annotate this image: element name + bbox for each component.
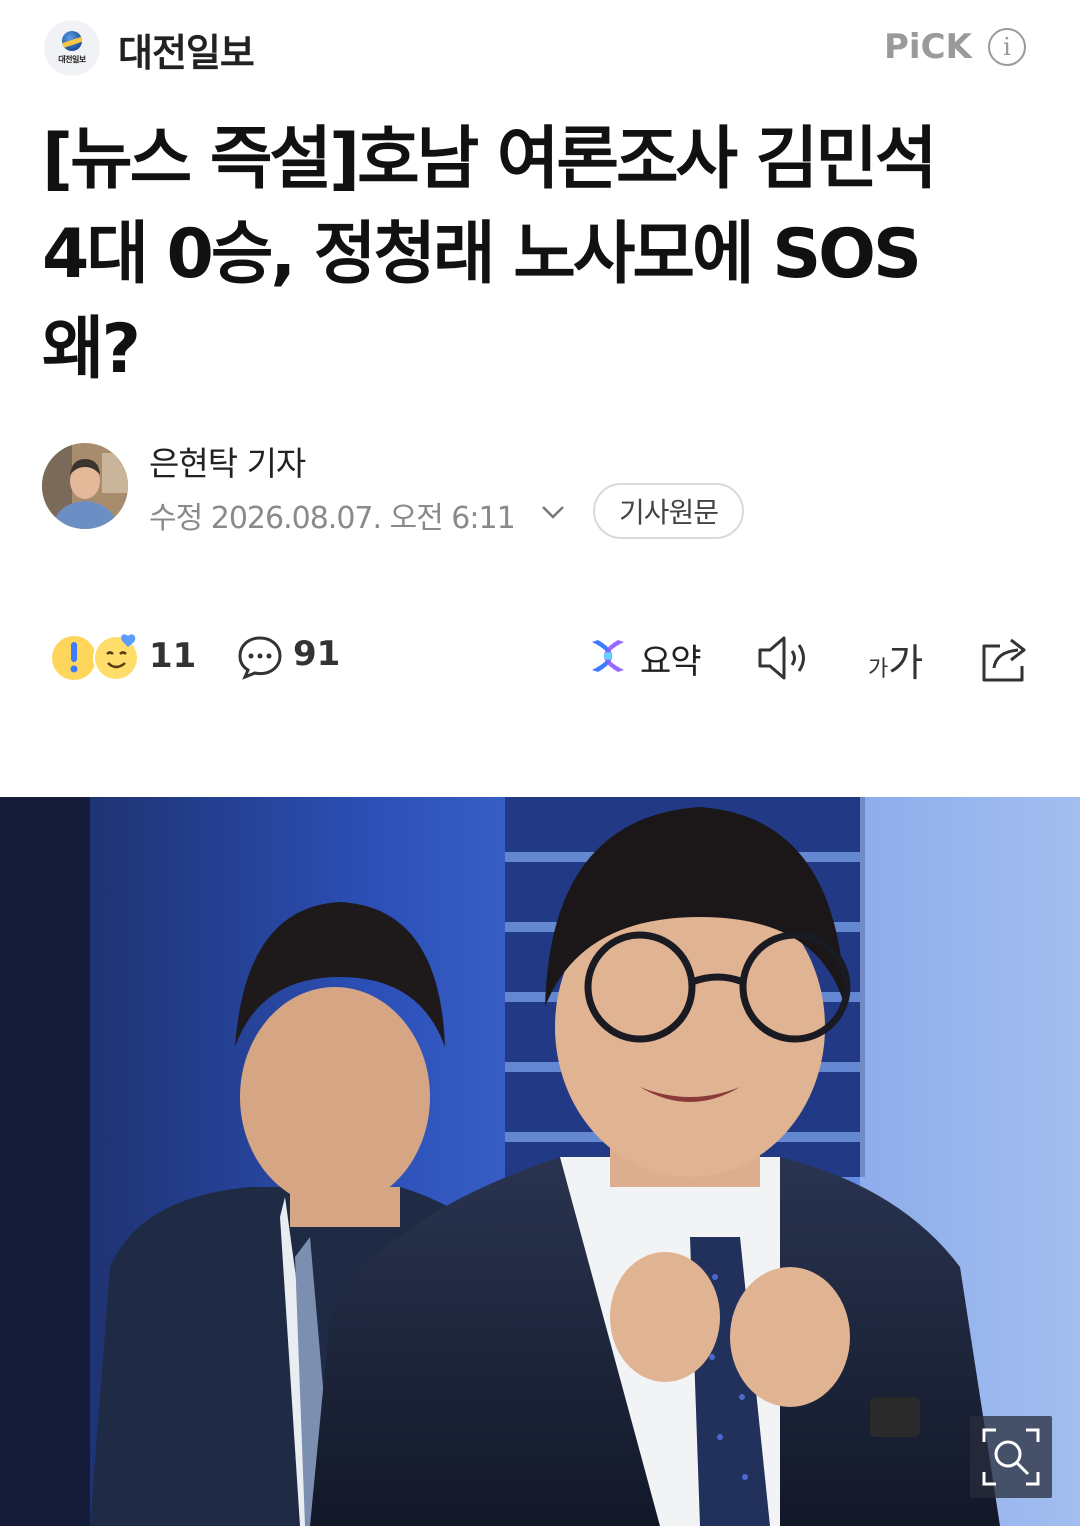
pick-label: PiCK xyxy=(884,27,972,67)
article-headline: [뉴스 즉설]호남 여론조사 김민석 4대 0승, 정청래 노사모에 SOS 왜… xyxy=(42,112,1042,397)
press-logo[interactable]: 대전일보 xyxy=(44,20,100,76)
reporter-name[interactable]: 은현탁 기자 xyxy=(149,437,306,485)
zoom-icon xyxy=(982,1428,1040,1486)
summary-button[interactable]: 요약 xyxy=(640,634,702,683)
press-logo-text: 대전일보 xyxy=(58,55,86,64)
share-icon[interactable] xyxy=(978,632,1032,684)
font-small-label: 가 xyxy=(868,657,889,682)
chevron-down-icon[interactable] xyxy=(538,497,568,527)
original-article-button[interactable]: 기사원문 xyxy=(593,483,744,539)
comment-icon[interactable] xyxy=(236,634,284,680)
modified-date: 수정 2026.08.07. 오전 6:11 xyxy=(149,501,516,536)
globe-icon xyxy=(62,31,82,51)
speaker-icon[interactable] xyxy=(756,634,812,682)
press-name[interactable]: 대전일보 xyxy=(118,22,255,77)
headline-line: 왜? xyxy=(42,310,141,389)
zoom-button[interactable] xyxy=(970,1416,1052,1498)
info-icon[interactable]: i xyxy=(988,28,1026,66)
headline-line: [뉴스 즉설]호남 여론조사 김민석 xyxy=(42,120,937,199)
font-size-button[interactable]: 가가 xyxy=(868,632,923,687)
font-large-label: 가 xyxy=(888,641,924,685)
reaction-count[interactable]: 11 xyxy=(149,636,196,676)
emoji-icon xyxy=(52,634,139,681)
article-photo[interactable] xyxy=(0,797,1080,1526)
headline-line: 4대 0승, 정청래 노사모에 SOS xyxy=(42,215,922,294)
summary-icon[interactable] xyxy=(588,636,628,676)
comment-count[interactable]: 91 xyxy=(293,634,340,674)
reporter-avatar[interactable] xyxy=(42,443,128,529)
